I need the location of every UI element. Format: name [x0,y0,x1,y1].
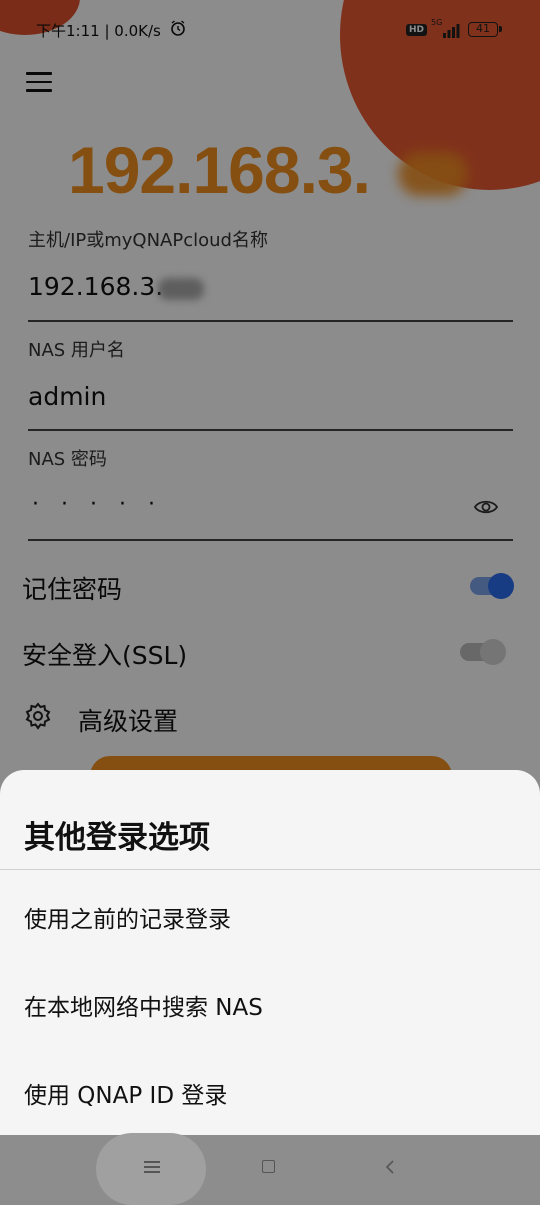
option-qnap-id-login[interactable]: 使用 QNAP ID 登录 [24,1076,227,1110]
divider [0,869,540,870]
option-previous-login[interactable]: 使用之前的记录登录 [24,900,231,934]
bottom-sheet: 其他登录选项 使用之前的记录登录 在本地网络中搜索 NAS 使用 QNAP ID… [0,770,540,1135]
home-icon[interactable] [262,1160,275,1173]
back-icon[interactable] [384,1160,396,1174]
menu-icon[interactable] [144,1161,160,1173]
bottom-sheet-title: 其他登录选项 [24,820,210,856]
option-search-local-nas[interactable]: 在本地网络中搜索 NAS [24,988,263,1022]
